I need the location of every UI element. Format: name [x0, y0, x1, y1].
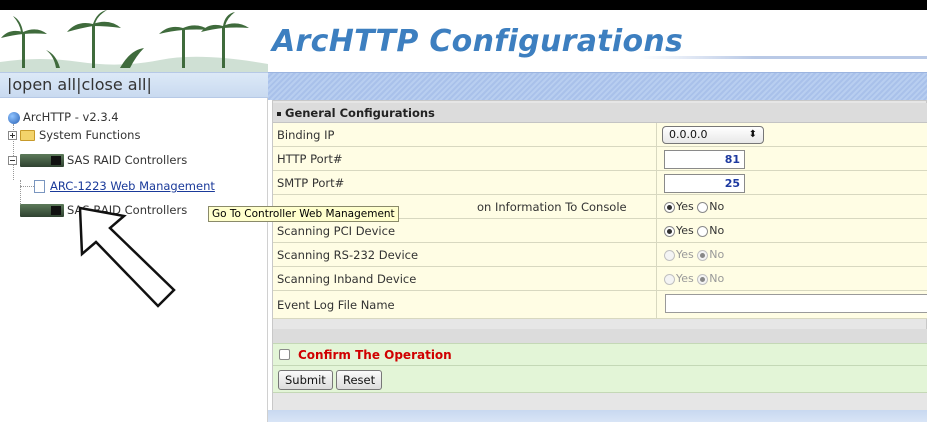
submit-button[interactable]: Submit [278, 370, 333, 390]
web-management-link[interactable]: ARC-1223 Web Management [50, 179, 215, 193]
tooltip: Go To Controller Web Management [208, 206, 399, 222]
config-row-event-log: Event Log File Name [273, 291, 927, 319]
no-label: No [709, 272, 725, 285]
config-value: 0.0.0.0 ⬍ [662, 123, 927, 147]
no-label: No [709, 248, 725, 261]
config-panel: General Configurations Binding IP 0.0.0.… [272, 100, 927, 419]
config-value: Yes No [662, 195, 927, 219]
tree-root-label: ArcHTTP - v2.3.4 [23, 110, 119, 124]
yes-radio[interactable] [664, 201, 675, 213]
confirm-label: Confirm The Operation [298, 348, 452, 362]
tree-sas-raid-label: SAS RAID Controllers [67, 153, 188, 167]
tree-connector [20, 186, 34, 187]
yes-radio[interactable] [664, 249, 675, 261]
binding-ip-value: 0.0.0.0 [669, 128, 708, 141]
app-title: ArcHTTP Configurations [272, 24, 684, 59]
title-underline [640, 56, 927, 59]
globe-icon [8, 111, 20, 124]
yes-label: Yes [676, 224, 694, 237]
yes-radio[interactable] [664, 273, 675, 285]
no-label: No [709, 200, 725, 213]
config-row-smtp-port: SMTP Port# 25 [273, 171, 927, 195]
section-header: General Configurations [273, 103, 927, 123]
console-info-radio-group: Yes No [664, 199, 724, 215]
config-label: Event Log File Name [277, 291, 657, 319]
raid-card-icon [20, 154, 64, 167]
reset-button[interactable]: Reset [336, 370, 383, 390]
tree-item-sas-raid-controllers[interactable]: SAS RAID Controllers [8, 151, 187, 169]
tree-system-functions-label: System Functions [39, 128, 141, 142]
close-all-link[interactable]: close all [82, 75, 147, 94]
yes-label: Yes [676, 248, 694, 261]
main-header-strip [268, 72, 927, 100]
header: ArcHTTP Configurations [0, 10, 927, 72]
config-row-http-port: HTTP Port# 81 [273, 147, 927, 171]
config-label: Scanning Inband Device [277, 267, 657, 291]
collapse-minus-icon[interactable] [8, 156, 17, 165]
folder-icon [20, 130, 35, 141]
no-radio[interactable] [697, 201, 709, 213]
select-updown-icon: ⬍ [748, 129, 757, 140]
config-label: Binding IP [277, 123, 657, 147]
open-close-links: |open all|close all| [7, 75, 152, 94]
yes-label: Yes [676, 272, 694, 285]
confirm-row: Confirm The Operation [273, 343, 927, 365]
config-value: 81 [662, 147, 927, 171]
section-title: General Configurations [285, 106, 435, 120]
raid-card-icon [20, 204, 64, 217]
binding-ip-select[interactable]: 0.0.0.0 ⬍ [662, 126, 764, 144]
spacer-row [273, 329, 927, 343]
confirm-checkbox[interactable] [279, 349, 290, 360]
no-radio[interactable] [697, 249, 709, 261]
no-radio[interactable] [697, 273, 709, 285]
tree-menu-bar: |open all|close all| [0, 72, 268, 98]
http-port-input[interactable]: 81 [664, 150, 745, 169]
smtp-port-input[interactable]: 25 [664, 174, 745, 193]
bottom-strip [268, 410, 927, 422]
tree-item-system-functions[interactable]: System Functions [8, 126, 140, 144]
button-row: Submit Reset [273, 365, 927, 393]
config-label: Scanning PCI Device [277, 219, 657, 243]
yes-radio[interactable] [664, 225, 675, 237]
config-value: Yes No [662, 267, 927, 291]
scanning-inband-radio-group: Yes No [664, 271, 724, 287]
config-label: Scanning RS-232 Device [277, 243, 657, 267]
top-black-band [0, 0, 927, 10]
yes-label: Yes [676, 200, 694, 213]
config-row-binding-ip: Binding IP 0.0.0.0 ⬍ [273, 123, 927, 147]
config-label: SMTP Port# [277, 171, 657, 195]
scanning-pci-radio-group: Yes No [664, 223, 724, 239]
config-value: Yes No [662, 219, 927, 243]
page-icon [34, 180, 45, 193]
scanning-rs232-radio-group: Yes No [664, 247, 724, 263]
open-all-link[interactable]: open all [12, 75, 76, 94]
tree-item-web-management[interactable]: ARC-1223 Web Management [34, 177, 215, 195]
config-value: Yes No [662, 243, 927, 267]
config-value: 25 [662, 171, 927, 195]
tree-item-root[interactable]: ArcHTTP - v2.3.4 [8, 108, 119, 126]
mouse-cursor-arrow-icon [78, 206, 176, 308]
config-row-scanning-rs232: Scanning RS-232 Device Yes No [273, 243, 927, 267]
bullet-icon [277, 111, 281, 116]
expand-plus-icon[interactable] [8, 131, 17, 140]
no-label: No [709, 224, 725, 237]
config-value [662, 291, 927, 319]
config-row-scanning-pci: Scanning PCI Device Yes No [273, 219, 927, 243]
config-row-scanning-inband: Scanning Inband Device Yes No [273, 267, 927, 291]
no-radio[interactable] [697, 225, 709, 237]
event-log-file-input[interactable] [665, 294, 927, 313]
palm-trees-banner [0, 10, 268, 72]
config-label: HTTP Port# [277, 147, 657, 171]
